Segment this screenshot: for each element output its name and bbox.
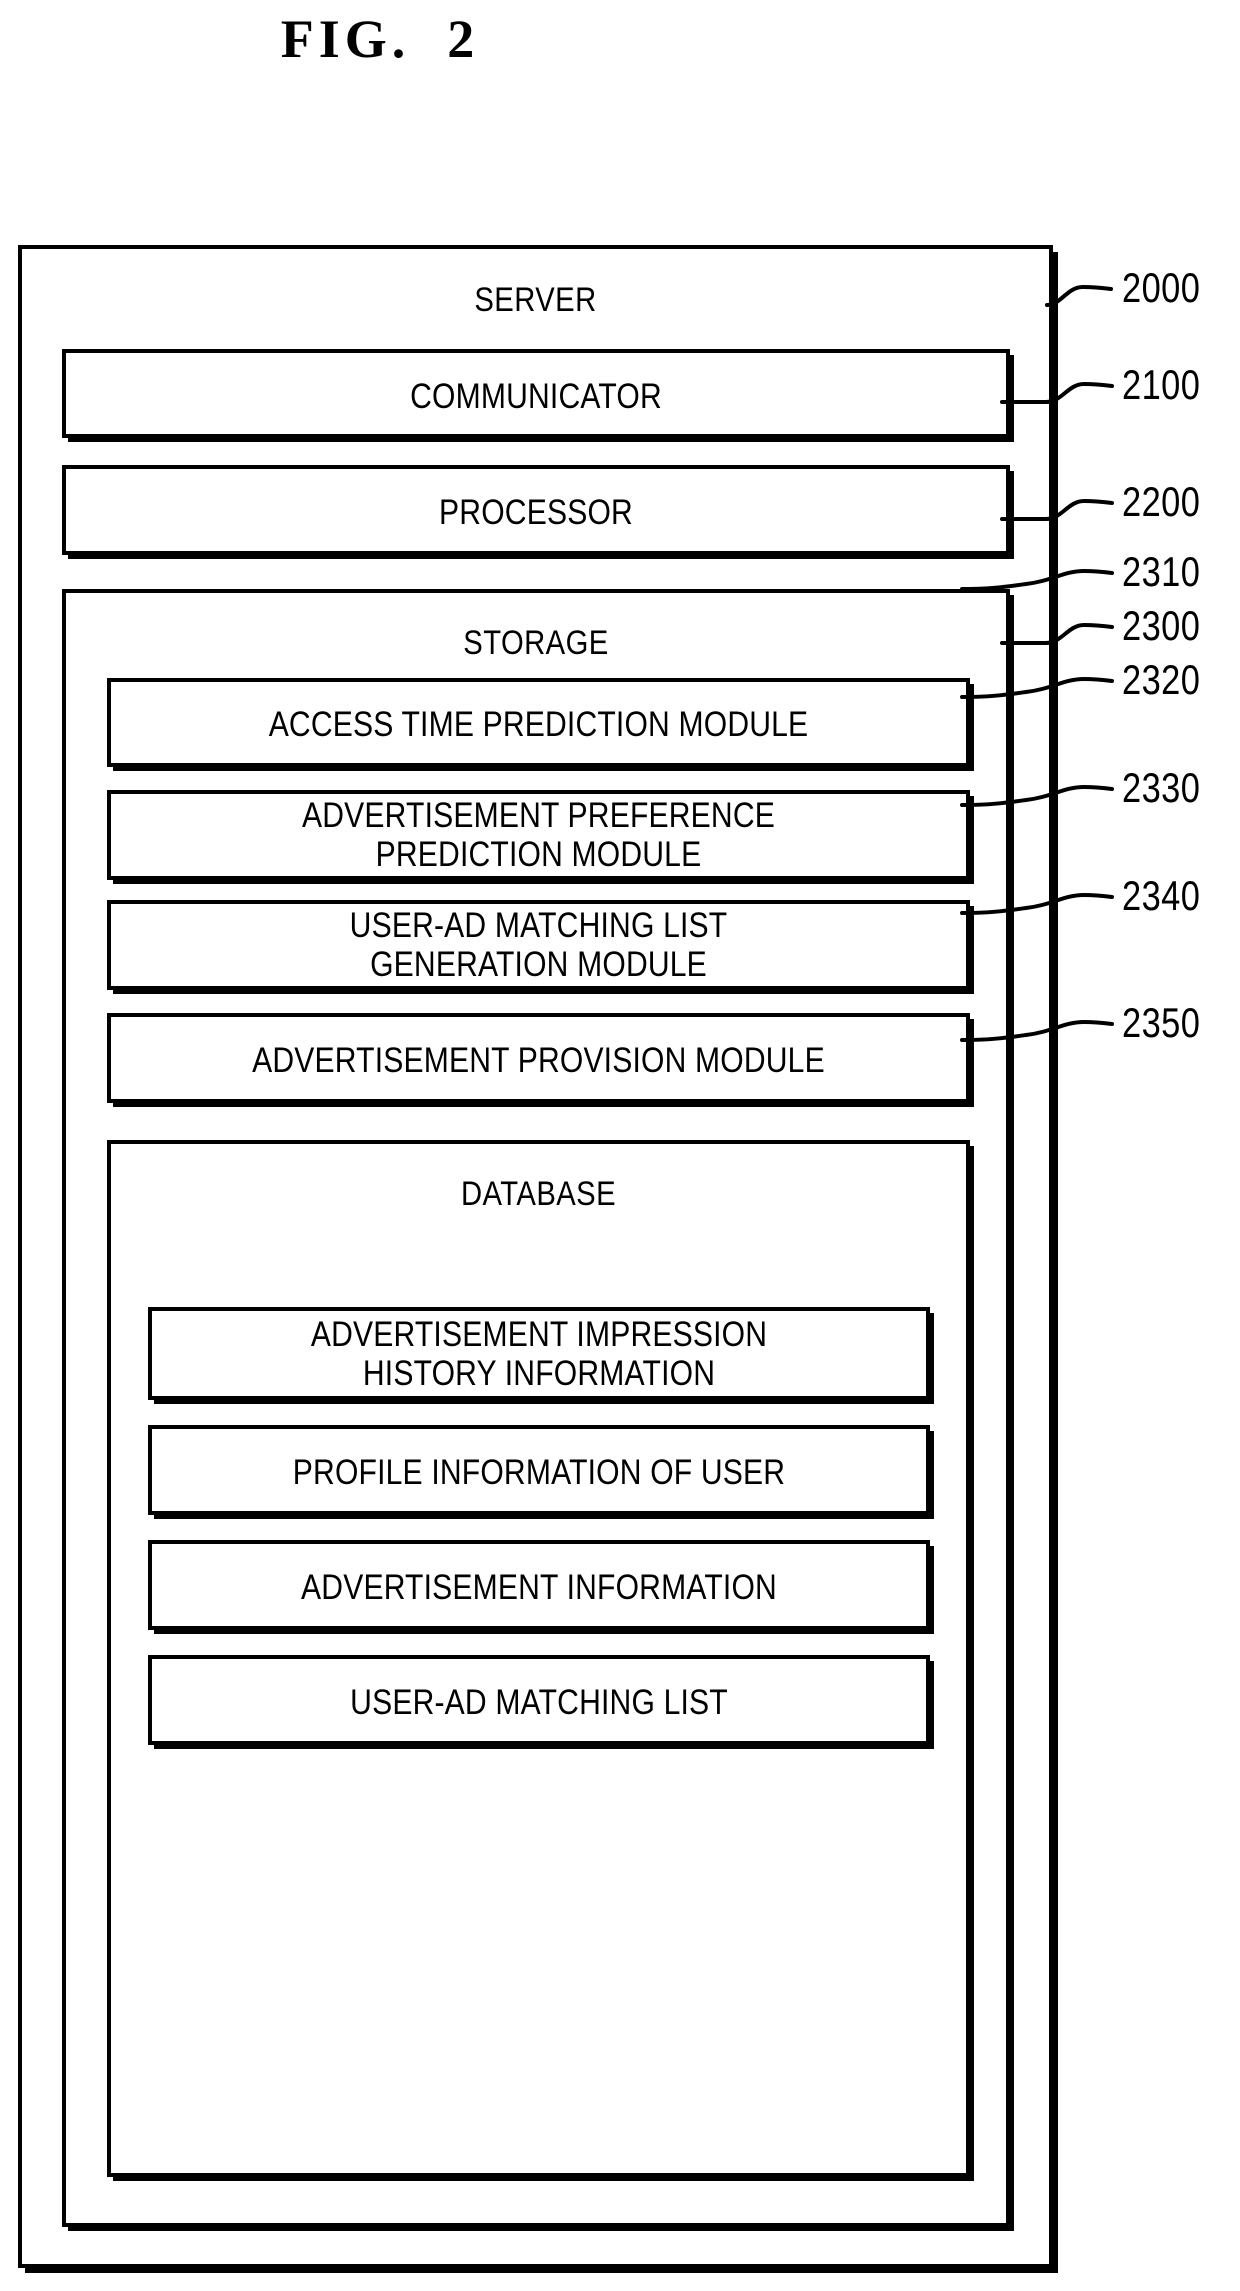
advertisement-information-label: ADVERTISEMENT INFORMATION — [301, 1568, 777, 1607]
profile-information-of-user-box: PROFILE INFORMATION OF USER — [148, 1425, 930, 1515]
advertisement-provision-module-label: ADVERTISEMENT PROVISION MODULE — [252, 1041, 825, 1080]
advertisement-provision-module-box: ADVERTISEMENT PROVISION MODULE — [107, 1013, 970, 1103]
communicator-box: COMMUNICATOR — [62, 349, 1010, 438]
processor-box: PROCESSOR — [62, 465, 1010, 555]
access-time-prediction-module-box: ACCESS TIME PREDICTION MODULE — [107, 678, 970, 767]
advertisement-preference-prediction-module-box: ADVERTISEMENT PREFERENCE PREDICTION MODU… — [107, 790, 970, 880]
reference-numeral-2310: 2310 — [1122, 548, 1201, 595]
advertisement-information-box: ADVERTISEMENT INFORMATION — [148, 1540, 930, 1630]
storage-label: STORAGE — [463, 624, 609, 662]
server-label: SERVER — [474, 281, 597, 319]
reference-numeral-2320: 2320 — [1122, 656, 1201, 703]
user-ad-matching-list-generation-module-box: USER-AD MATCHING LIST GENERATION MODULE — [107, 900, 970, 990]
reference-numeral-2000: 2000 — [1122, 264, 1201, 311]
user-ad-matching-list-label: USER-AD MATCHING LIST — [350, 1683, 728, 1722]
advertisement-impression-history-information-box: ADVERTISEMENT IMPRESSION HISTORY INFORMA… — [148, 1307, 930, 1400]
processor-label: PROCESSOR — [439, 493, 633, 532]
figure-title: FIG. 2 — [280, 9, 480, 69]
reference-numeral-2350: 2350 — [1122, 999, 1201, 1046]
reference-numeral-2200: 2200 — [1122, 478, 1201, 525]
advertisement-preference-prediction-module-label: ADVERTISEMENT PREFERENCE PREDICTION MODU… — [301, 796, 775, 875]
figure-page: FIG. 2 SERVER COMMUNICATOR PROCESSOR STO… — [0, 0, 1240, 2291]
advertisement-impression-history-information-label: ADVERTISEMENT IMPRESSION HISTORY INFORMA… — [310, 1315, 768, 1394]
access-time-prediction-module-label: ACCESS TIME PREDICTION MODULE — [268, 705, 809, 744]
reference-numeral-2340: 2340 — [1122, 872, 1201, 919]
reference-numeral-2300: 2300 — [1122, 602, 1201, 649]
reference-numeral-2330: 2330 — [1122, 764, 1201, 811]
reference-numeral-2100: 2100 — [1122, 361, 1201, 408]
user-ad-matching-list-generation-module-label: USER-AD MATCHING LIST GENERATION MODULE — [349, 906, 728, 985]
user-ad-matching-list-box: USER-AD MATCHING LIST — [148, 1655, 930, 1745]
profile-information-of-user-label: PROFILE INFORMATION OF USER — [292, 1453, 786, 1492]
communicator-label: COMMUNICATOR — [410, 377, 662, 416]
database-label: DATABASE — [460, 1175, 617, 1213]
